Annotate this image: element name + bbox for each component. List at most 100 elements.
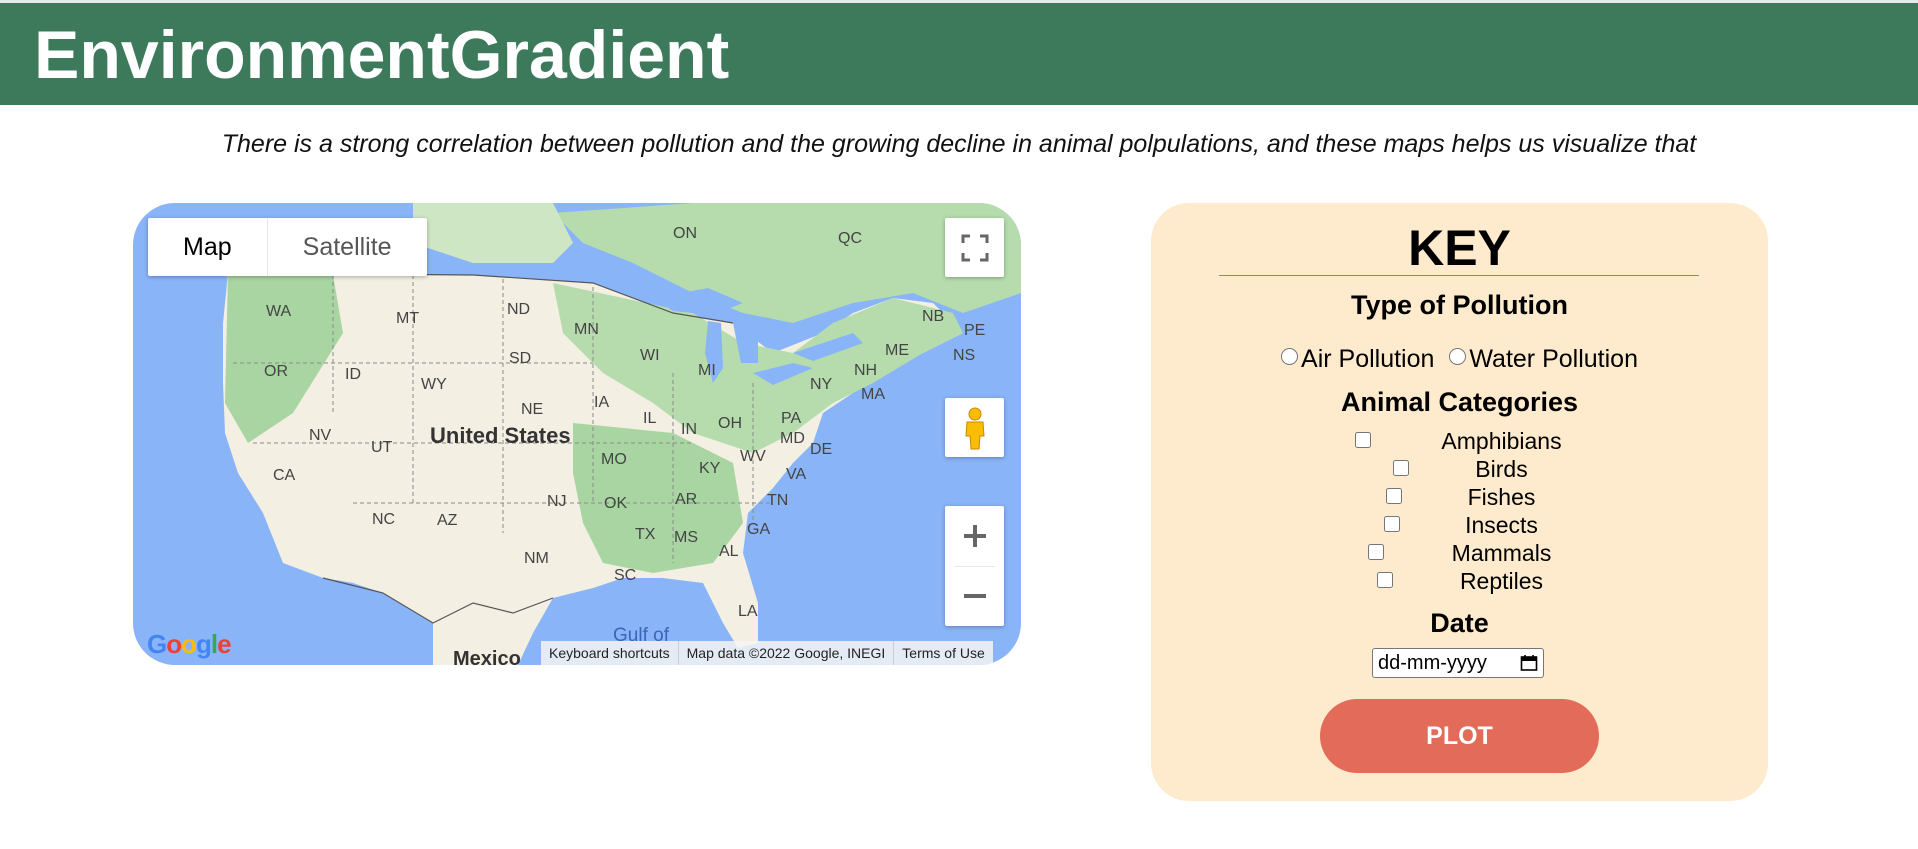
zoom-control <box>945 506 1004 626</box>
insects-label: Insects <box>1465 512 1538 538</box>
pollution-heading: Type of Pollution <box>1351 290 1568 320</box>
date-input[interactable]: dd-mm-yyyy <box>1372 648 1544 678</box>
zoom-out-button[interactable] <box>945 567 1004 626</box>
map-label-ut: UT <box>371 439 393 456</box>
animal-category-list: Amphibians Birds Fishes Insects Mammals … <box>1151 428 1768 596</box>
map-attribution: Keyboard shortcuts Map data ©2022 Google… <box>541 641 993 665</box>
google-logo: Google <box>147 629 232 659</box>
map-label-wv: WV <box>740 448 766 465</box>
map-label-wa: WA <box>266 303 292 320</box>
water-pollution-radio[interactable] <box>1449 348 1467 365</box>
date-heading: Date <box>1430 608 1489 638</box>
tagline: There is a strong correlation between po… <box>221 130 1697 158</box>
map-label-oh: OH <box>718 415 742 432</box>
map-label-or: OR <box>264 363 288 380</box>
map-label-wi: WI <box>640 347 660 364</box>
map-label-qc: QC <box>838 230 862 247</box>
map-label-tx: NM <box>524 550 549 567</box>
map-label-ar: OK <box>604 495 627 512</box>
key-panel: KEY Type of Pollution Air Pollution Wate… <box>1151 203 1768 801</box>
map-label-pa: PA <box>781 410 801 427</box>
water-pollution-label: Water Pollution <box>1469 345 1638 373</box>
map-label-ok: NJ <box>547 493 567 510</box>
map-label-ia: IA <box>594 394 609 411</box>
map-label-md: MD <box>780 430 805 447</box>
map-label-ns: NS <box>953 347 975 364</box>
zoom-in-button[interactable] <box>945 507 1004 566</box>
category-mammals: Mammals <box>1151 540 1768 568</box>
calendar-icon[interactable] <box>1520 654 1538 672</box>
map-label-sc: GA <box>747 521 770 538</box>
map-label-id: ID <box>345 366 361 383</box>
mammals-label: Mammals <box>1451 540 1552 566</box>
plot-button[interactable]: PLOT <box>1320 699 1599 773</box>
category-birds: Birds <box>1151 456 1768 484</box>
google-map[interactable]: ON QC NB PE NS ME NH MA NY PA MD DE WA M… <box>133 203 1021 665</box>
map-label-nv: NV <box>309 427 332 444</box>
map-label-ga: AL <box>719 543 739 560</box>
map-type-map-tab[interactable]: Map <box>148 218 268 276</box>
key-title: KEY <box>1408 220 1511 276</box>
terms-of-use-link[interactable]: Terms of Use <box>894 641 992 665</box>
map-label-ms: TX <box>635 526 656 543</box>
pollution-radio-group: Air Pollution Water Pollution <box>1151 345 1768 374</box>
water-pollution-option[interactable]: Water Pollution <box>1441 345 1638 373</box>
map-label-country: United States <box>430 423 571 448</box>
amphibians-label: Amphibians <box>1441 428 1562 454</box>
map-data-text: Map data ©2022 Google, INEGI <box>679 641 895 665</box>
map-label-pe: PE <box>964 322 985 339</box>
map-label-nb: NB <box>922 308 944 325</box>
map-label-az: NC <box>372 511 395 528</box>
keyboard-shortcuts-link[interactable]: Keyboard shortcuts <box>541 641 679 665</box>
birds-label: Birds <box>1475 456 1528 482</box>
map-label-in: IN <box>681 421 697 438</box>
category-fishes: Fishes <box>1151 484 1768 512</box>
map-label-ny: NY <box>810 376 833 393</box>
map-label-la: SC <box>614 567 636 584</box>
category-insects: Insects <box>1151 512 1768 540</box>
pegman-icon <box>964 407 985 449</box>
map-label-nd: ND <box>507 301 530 318</box>
map-label-mo: MO <box>601 451 627 468</box>
map-label-va: VA <box>786 466 806 483</box>
map-label-mi: MI <box>698 362 716 379</box>
map-label-wy: WY <box>421 376 447 393</box>
map-label-il: IL <box>643 410 656 427</box>
zoom-in-icon <box>963 525 986 547</box>
fishes-label: Fishes <box>1467 484 1536 510</box>
fullscreen-button[interactable] <box>945 218 1004 277</box>
street-view-pegman[interactable] <box>945 398 1004 457</box>
map-label-ca: CA <box>273 467 296 484</box>
map-label-ne: NE <box>521 401 543 418</box>
map-label-fl: LA <box>738 603 758 620</box>
map-label-mn: MN <box>574 321 599 338</box>
key-divider <box>1219 275 1699 276</box>
category-amphibians: Amphibians <box>1151 428 1768 456</box>
animal-heading: Animal Categories <box>1340 387 1579 417</box>
fullscreen-icon <box>961 234 988 261</box>
map-label-nh: NH <box>854 362 877 379</box>
map-label-tn: AR <box>675 491 697 508</box>
map-label-on: ON <box>673 225 697 242</box>
reptiles-label: Reptiles <box>1459 568 1544 594</box>
zoom-out-icon <box>963 594 986 598</box>
map-label-mt: MT <box>396 310 419 327</box>
map-type-satellite-tab[interactable]: Satellite <box>268 218 427 276</box>
date-placeholder: dd-mm-yyyy <box>1378 651 1487 674</box>
map-label-ky: KY <box>699 460 721 477</box>
map-label-de: DE <box>810 441 832 458</box>
map-label-sd: SD <box>509 350 531 367</box>
map-label-al: MS <box>674 529 698 546</box>
air-pollution-option[interactable]: Air Pollution <box>1281 345 1434 373</box>
air-pollution-label: Air Pollution <box>1301 345 1435 373</box>
map-label-mexico: Mexico <box>453 648 521 665</box>
map-label-nm: AZ <box>437 512 458 529</box>
site-header: EnvironmentGradient <box>0 3 1918 105</box>
air-pollution-radio[interactable] <box>1281 348 1299 365</box>
map-label-ma: MA <box>861 386 885 403</box>
category-reptiles: Reptiles <box>1151 568 1768 596</box>
site-title: EnvironmentGradient <box>34 17 730 93</box>
map-label-nc: TN <box>767 492 788 509</box>
map-type-control: Map Satellite <box>148 218 427 276</box>
map-label-me: ME <box>885 342 909 359</box>
